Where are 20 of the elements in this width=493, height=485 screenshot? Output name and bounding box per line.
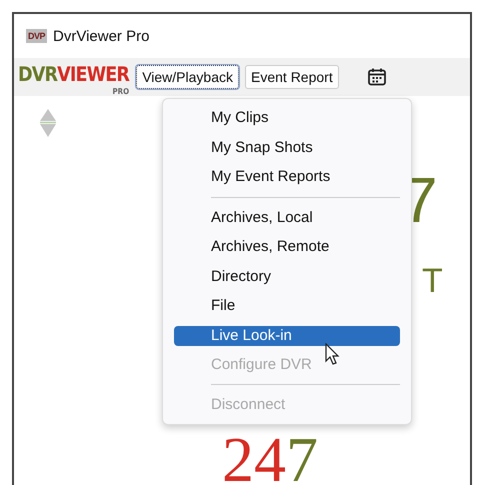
toolbar-button[interactable]: View/Playback (136, 65, 239, 89)
menu-item[interactable]: Archives, Remote (174, 232, 400, 262)
calendar-icon[interactable] (366, 67, 387, 87)
logo-subtext: PRO (112, 87, 130, 96)
logo-text: DVR (18, 62, 58, 86)
background-number: 24 (222, 436, 286, 484)
menu-item[interactable]: My Clips (174, 103, 400, 132)
window-title: DvrViewer Pro (53, 28, 150, 44)
menu-item[interactable]: File (174, 291, 400, 320)
background-number: 7 (286, 436, 318, 484)
menu-item[interactable]: Archives, Local (174, 202, 400, 232)
app-icon: DVP (26, 29, 48, 43)
menu-item[interactable]: Live Look-in (174, 326, 400, 346)
menu-item[interactable]: My Snap Shots (174, 132, 400, 162)
background-text: T (422, 264, 443, 298)
logo-text: VIEWER (57, 62, 130, 86)
mouse-cursor-icon (325, 343, 341, 367)
toolbar-button[interactable]: Event Report (245, 65, 339, 89)
menu-item[interactable]: My Event Reports (174, 162, 400, 192)
menu-item[interactable]: Directory (174, 262, 400, 291)
